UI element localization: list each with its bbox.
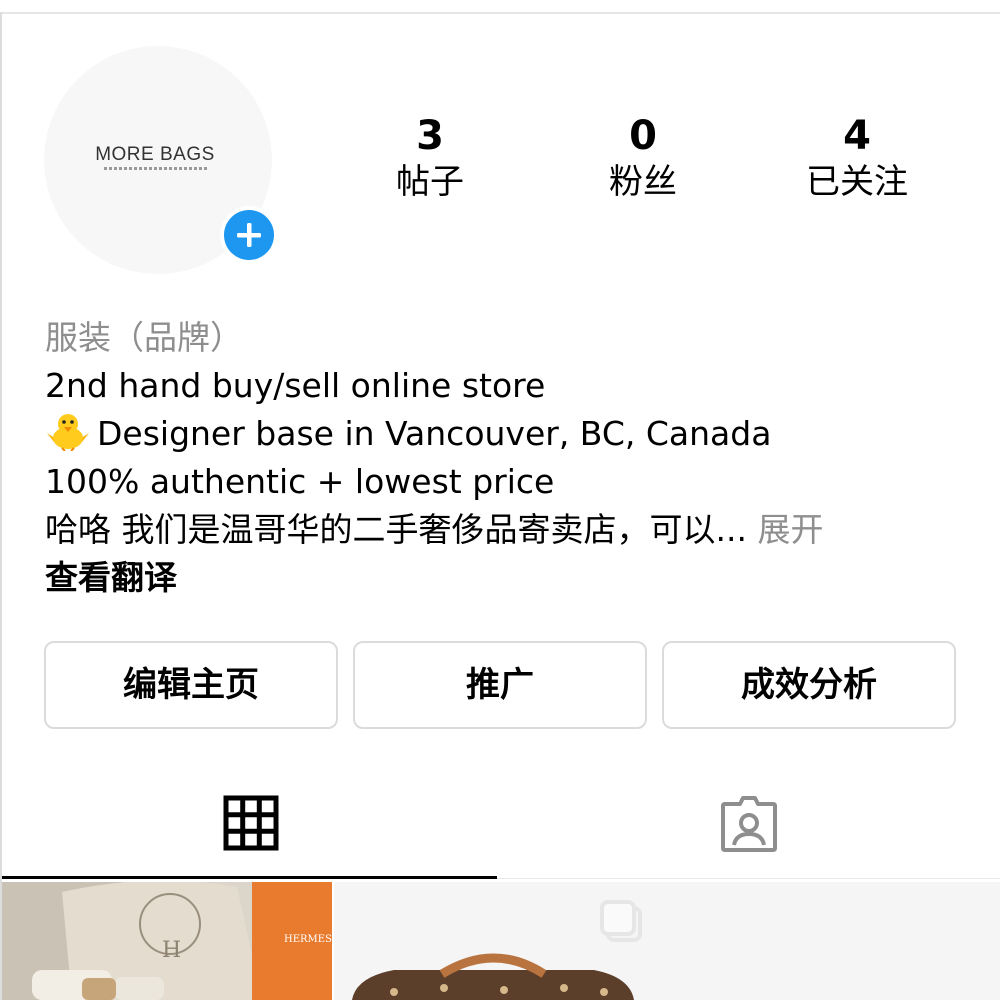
post-thumbnail[interactable]: H HERMES xyxy=(2,882,332,1000)
posts-stat[interactable]: 3 帖子 xyxy=(340,112,520,204)
active-tab-indicator xyxy=(2,876,497,879)
post-image-shoes: H HERMES xyxy=(2,882,332,1000)
bio: 服装（品牌） 2nd hand buy/sell online store De… xyxy=(45,314,965,602)
bio-line-text: 哈咯 我们是温哥华的二手奢侈品寄卖店，可以... xyxy=(45,510,747,549)
edit-profile-button[interactable]: 编辑主页 xyxy=(44,641,338,729)
posts-count: 3 xyxy=(416,113,444,159)
plus-icon xyxy=(224,210,274,260)
tab-divider xyxy=(497,878,1000,879)
followers-count: 0 xyxy=(629,113,657,159)
promote-button[interactable]: 推广 xyxy=(353,641,647,729)
carousel-icon xyxy=(600,900,642,942)
bio-line-text: Designer base in Vancouver, BC, Canada xyxy=(97,414,772,453)
insights-button[interactable]: 成效分析 xyxy=(662,641,956,729)
post-image-bag xyxy=(334,882,1000,1000)
followers-label: 粉丝 xyxy=(609,162,677,202)
svg-text:H: H xyxy=(162,938,181,963)
expand-link[interactable]: 展开 xyxy=(747,510,823,549)
bio-line: 100% authentic + lowest price xyxy=(45,462,555,501)
post-thumbnail[interactable] xyxy=(334,882,1000,1000)
tab-posts-grid[interactable] xyxy=(2,770,499,878)
avatar-logo-text: MORE BAGS xyxy=(95,144,215,165)
following-stat[interactable]: 4 已关注 xyxy=(767,112,947,204)
following-count: 4 xyxy=(843,113,871,159)
tagged-icon xyxy=(721,796,777,852)
top-divider xyxy=(0,12,1000,14)
avatar-logo-tagline xyxy=(104,167,208,170)
followers-stat[interactable]: 0 粉丝 xyxy=(553,112,733,204)
tab-tagged[interactable] xyxy=(499,770,996,878)
svg-text:HERMES: HERMES xyxy=(284,934,332,945)
translate-link[interactable]: 查看翻译 xyxy=(45,554,965,602)
add-story-button[interactable] xyxy=(220,206,278,264)
grid-icon xyxy=(223,795,279,851)
posts-label: 帖子 xyxy=(396,162,464,202)
bio-line-truncated: 哈咯 我们是温哥华的二手奢侈品寄卖店，可以... 展开 xyxy=(45,506,965,554)
profile-screen: MORE BAGS 3 帖子 0 粉丝 4 已关注 服装（品牌） 2nd han… xyxy=(0,0,1000,1000)
chick-emoji-icon xyxy=(45,411,91,452)
bio-line-with-emoji: Designer base in Vancouver, BC, Canada xyxy=(45,410,965,458)
bio-line: 2nd hand buy/sell online store xyxy=(45,366,546,405)
following-label: 已关注 xyxy=(806,162,908,202)
category-label: 服装（品牌） xyxy=(45,318,243,357)
